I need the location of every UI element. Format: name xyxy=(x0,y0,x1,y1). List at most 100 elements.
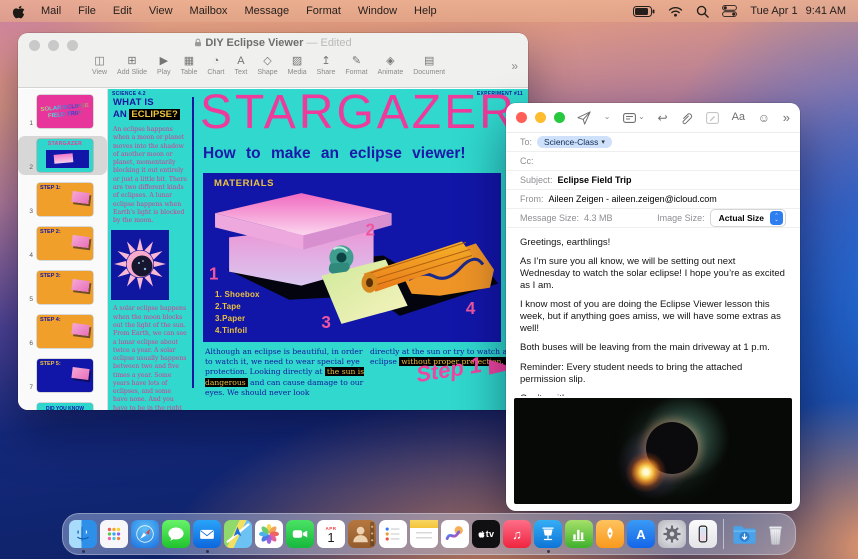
dock-appstore-icon[interactable]: A xyxy=(627,520,655,548)
dock-maps-icon[interactable] xyxy=(224,520,252,548)
slide-thumbnail-preview: STEP 4: xyxy=(37,315,93,348)
subject-field[interactable]: Subject: Eclipse Field Trip xyxy=(506,171,800,190)
popup-chevrons-icon: ⌃⌄ xyxy=(770,211,783,225)
dock-calendar-icon[interactable]: APR 1 xyxy=(317,520,345,548)
undo-button[interactable]: ↩ xyxy=(657,112,667,124)
eclipse-photo-attachment[interactable] xyxy=(514,398,792,504)
emoji-button[interactable]: ☺ xyxy=(758,112,770,124)
dock-photos-icon[interactable] xyxy=(255,520,283,548)
slide-thumbnail[interactable]: 1 SOLAR ECLIPSE FIELD TRIP! xyxy=(18,92,107,131)
lock-icon xyxy=(194,38,202,47)
toolbar-button[interactable]: ⊞ Add Slide xyxy=(117,55,147,76)
dock-settings-icon[interactable] xyxy=(658,520,686,548)
dock-pages-icon[interactable] xyxy=(596,520,624,548)
toolbar-button[interactable]: ▶ Play xyxy=(157,55,171,76)
toolbar-button[interactable]: ◔ Chart xyxy=(207,55,224,76)
zoom-button[interactable] xyxy=(554,112,565,123)
menu-item[interactable]: Mail xyxy=(41,5,61,17)
slide-thumbnail[interactable]: 3 STEP 1: xyxy=(18,180,107,219)
close-button[interactable] xyxy=(516,112,527,123)
menu-item[interactable]: Edit xyxy=(113,5,132,17)
toolbar-button[interactable]: ↥ Share xyxy=(317,55,336,76)
dock-iphone-mirroring-icon[interactable] xyxy=(689,520,717,548)
dock-downloads-icon[interactable] xyxy=(730,520,758,548)
menu-item[interactable]: Message xyxy=(244,5,289,17)
slide-thumbnail[interactable]: 5 STEP 3: xyxy=(18,268,107,307)
dock-reminders-icon[interactable] xyxy=(379,520,407,548)
dock-numbers-icon[interactable] xyxy=(565,520,593,548)
cc-field[interactable]: Cc: xyxy=(506,152,800,171)
control-center-icon[interactable] xyxy=(722,5,737,17)
slide-thumbnail[interactable]: 7 STEP 5: xyxy=(18,356,107,395)
slide-thumbnail[interactable]: 6 STEP 4: xyxy=(18,312,107,351)
menu-item[interactable]: View xyxy=(149,5,173,17)
toolbar-icon: ▤ xyxy=(424,55,434,67)
slide-thumbnail-preview: DID YOU KNOW xyxy=(37,403,93,410)
toolbar-icon: ▶ xyxy=(160,55,168,67)
wifi-icon[interactable] xyxy=(668,6,683,17)
dock-mail-icon[interactable] xyxy=(193,520,221,548)
toolbar-button[interactable]: ✎ Format xyxy=(345,55,367,76)
slide-thumbnail[interactable]: 8 DID YOU KNOW xyxy=(18,400,107,410)
menu-item[interactable]: File xyxy=(78,5,96,17)
search-icon[interactable] xyxy=(696,5,709,18)
menu-item[interactable]: Format xyxy=(306,5,341,17)
toolbar-button[interactable]: ◈ Animate xyxy=(378,55,404,76)
menu-item[interactable]: Mailbox xyxy=(190,5,228,17)
size-row: Message Size: 4.3 MB Image Size: Actual … xyxy=(506,209,800,228)
materials-list-item: 4.Tinfoil xyxy=(215,325,260,337)
from-field[interactable]: From: Aileen Zeigen - aileen.zeigen@iclo… xyxy=(506,190,800,209)
menu-date: Tue Apr 1 xyxy=(750,5,797,17)
slide-thumbnail-preview: STEP 2: xyxy=(37,227,93,260)
battery-icon[interactable] xyxy=(633,6,655,17)
slide-canvas[interactable]: SCIENCE 4.2 EXPERIMENT #11 WHAT IS AN EC… xyxy=(108,89,528,410)
toolbar-button[interactable]: ▤ Document xyxy=(413,55,445,76)
menu-clock[interactable]: Tue Apr 1 9:41 AM xyxy=(750,5,846,17)
dock-launchpad-icon[interactable] xyxy=(100,520,128,548)
toolbar-icon: ◫ xyxy=(94,55,104,67)
format-button[interactable]: Aa xyxy=(732,112,745,123)
dock-notes-icon[interactable] xyxy=(410,520,438,548)
send-options-chevron[interactable]: ⌄ xyxy=(604,113,611,121)
toolbar-button[interactable]: ▨ Media xyxy=(288,55,307,76)
dock-appletv-icon[interactable]: tv xyxy=(472,520,500,548)
slide-thumbnail[interactable]: 2 STARGAZER xyxy=(18,136,107,175)
attach-button[interactable] xyxy=(680,111,693,125)
dock-trash-icon[interactable] xyxy=(761,520,789,548)
token-chevron-icon: ▾ xyxy=(601,138,605,146)
toolbar-overflow-button[interactable]: » xyxy=(511,59,518,73)
slide-thumbnail[interactable]: 4 STEP 2: xyxy=(18,224,107,263)
message-size-value: 4.3 MB xyxy=(584,213,613,223)
message-body[interactable]: Greetings, earthlings!As I’m sure you al… xyxy=(506,228,800,396)
apple-menu-icon[interactable] xyxy=(12,4,25,19)
body-paragraph: Can’t wait! xyxy=(520,393,786,396)
markup-button[interactable] xyxy=(706,112,719,124)
dock-freeform-icon[interactable] xyxy=(441,520,469,548)
send-button[interactable] xyxy=(577,111,591,125)
document-title[interactable]: DIY Eclipse Viewer xyxy=(205,37,303,49)
dock-finder-icon[interactable] xyxy=(69,520,97,548)
recipient-token[interactable]: Science-Class ▾ xyxy=(537,136,612,148)
dock-safari-icon[interactable] xyxy=(131,520,159,548)
header-fields-button[interactable]: ⌄ xyxy=(623,113,645,123)
svg-text:2: 2 xyxy=(366,220,375,239)
menu-item[interactable]: Window xyxy=(358,5,397,17)
keynote-titlebar: DIY Eclipse Viewer — Edited ◫ View ⊞ Add… xyxy=(18,33,528,88)
menu-bar: Mail File Edit View Mailbox Message Format Wind… xyxy=(0,0,858,22)
more-button[interactable]: » xyxy=(783,111,790,124)
minimize-button[interactable] xyxy=(535,112,546,123)
dock-music-icon[interactable]: ♫ xyxy=(503,520,531,548)
toolbar-icon: ◇ xyxy=(263,55,271,67)
to-field[interactable]: To: Science-Class ▾ xyxy=(506,133,800,152)
menu-item[interactable]: Help xyxy=(414,5,437,17)
toolbar-button[interactable]: A Text xyxy=(235,55,248,76)
image-size-label: Image Size: xyxy=(657,213,705,223)
toolbar-button[interactable]: ◫ View xyxy=(92,55,107,76)
dock-messages-icon[interactable] xyxy=(162,520,190,548)
toolbar-button[interactable]: ◇ Shape xyxy=(257,55,277,76)
dock-contacts-icon[interactable] xyxy=(348,520,376,548)
dock-facetime-icon[interactable] xyxy=(286,520,314,548)
toolbar-button[interactable]: ▦ Table xyxy=(181,55,198,76)
dock-keynote-icon[interactable] xyxy=(534,520,562,548)
image-size-popup[interactable]: Actual Size ⌃⌄ xyxy=(710,209,786,227)
